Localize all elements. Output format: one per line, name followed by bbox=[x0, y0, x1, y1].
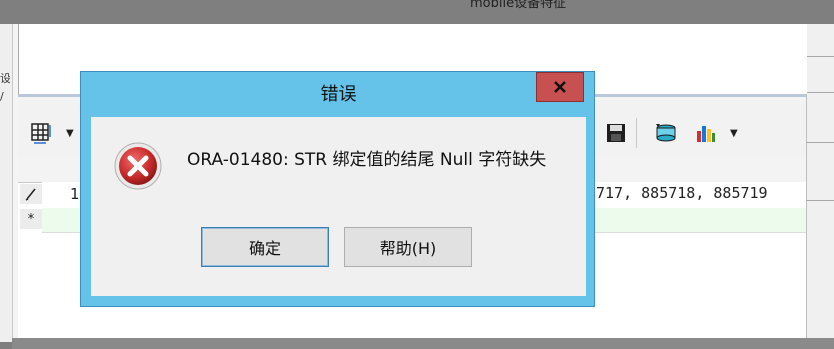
row-number: 1 bbox=[70, 185, 80, 203]
window-title-fragment: mobile设备特征 bbox=[470, 0, 567, 11]
cell-value[interactable]: 717, 885718, 885719 bbox=[596, 184, 768, 202]
bar-chart-icon bbox=[697, 126, 715, 142]
dialog-title: 错误 bbox=[320, 84, 357, 105]
row-indicator-new[interactable]: * bbox=[20, 209, 43, 229]
grid-layout-icon bbox=[31, 123, 51, 144]
save-icon bbox=[607, 124, 625, 142]
toolbar-separator bbox=[636, 118, 637, 148]
chevron-down-icon[interactable]: ▼ bbox=[66, 128, 74, 139]
right-pane-divider bbox=[806, 200, 834, 201]
close-icon bbox=[554, 81, 566, 93]
right-pane-divider bbox=[806, 142, 834, 143]
help-button[interactable]: 帮助(H) bbox=[344, 227, 472, 267]
bottom-border bbox=[12, 338, 834, 349]
grid-layout-button[interactable] bbox=[28, 120, 56, 146]
error-dialog: 错误 ORA-01480: STR 绑定值的结尾 Null 字符缺失 确定 帮助… bbox=[80, 71, 595, 307]
chevron-down-icon[interactable]: ▼ bbox=[730, 128, 738, 139]
error-icon bbox=[114, 142, 162, 190]
save-button[interactable] bbox=[602, 120, 630, 146]
row-indicator-edit[interactable] bbox=[20, 184, 43, 204]
left-pane-text: 设 / bbox=[0, 70, 10, 106]
refresh-data-button[interactable] bbox=[652, 120, 680, 146]
left-pane-glyph: 设 bbox=[0, 72, 10, 85]
left-pane-glyph: / bbox=[0, 90, 4, 103]
right-pane-divider bbox=[806, 56, 834, 57]
right-pane bbox=[806, 24, 834, 342]
database-refresh-icon bbox=[656, 124, 676, 142]
dialog-body: ORA-01480: STR 绑定值的结尾 Null 字符缺失 确定 帮助(H) bbox=[91, 117, 586, 296]
right-pane-divider bbox=[806, 92, 834, 93]
pencil-icon bbox=[25, 188, 36, 201]
error-message: ORA-01480: STR 绑定值的结尾 Null 字符缺失 bbox=[187, 150, 547, 170]
close-button[interactable] bbox=[536, 72, 584, 102]
ok-button[interactable]: 确定 bbox=[201, 227, 329, 267]
chart-button[interactable] bbox=[692, 120, 720, 146]
